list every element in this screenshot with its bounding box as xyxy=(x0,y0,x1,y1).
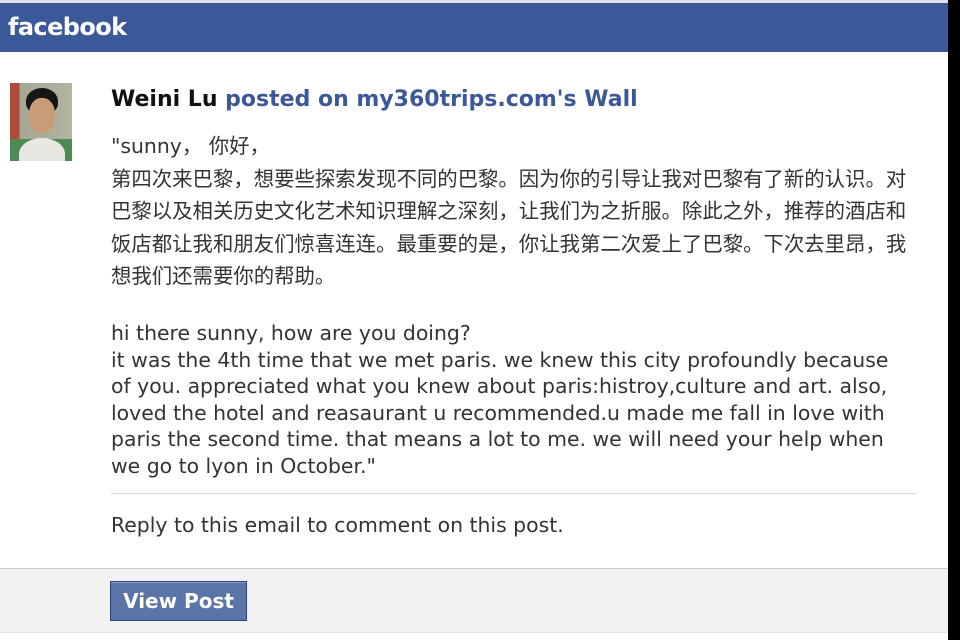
message-zh-line: 第四次来巴黎，想要些探索发现不同的巴黎。因为你的引导让我对巴黎有了新的认识。对 xyxy=(111,166,907,191)
right-edge-bar xyxy=(948,0,960,640)
reply-note: Reply to this email to comment on this p… xyxy=(111,513,564,537)
message-en-line: it was the 4th time that we met paris. w… xyxy=(111,347,889,372)
avatar-shirt xyxy=(19,138,65,161)
header-bar: facebook xyxy=(0,3,948,52)
message-zh-line: 饭店都让我和朋友们惊喜连连。最重要的是，你让我第二次爱上了巴黎。下次去里昂，我 xyxy=(111,231,907,256)
post-header: Weini Lu posted on my360trips.com's Wall xyxy=(111,86,638,114)
author-name: Weini Lu xyxy=(111,87,218,112)
message-chinese: "sunny， 你好， 第四次来巴黎，想要些探索发现不同的巴黎。因为你的引导让我… xyxy=(111,130,916,293)
message-en-line: paris the second time. that means a lot … xyxy=(111,427,884,452)
message-en-line: of you. appreciated what you knew about … xyxy=(111,374,888,399)
message-zh-line: "sunny， 你好， xyxy=(111,134,270,158)
message-en-line: loved the hotel and reasaurant u recomme… xyxy=(111,400,885,425)
wall-post-link[interactable]: posted on my360trips.com's Wall xyxy=(225,87,638,112)
message-zh-line: 巴黎以及相关历史文化艺术知识理解之深刻，让我们为之折服。除此之外，推荐的酒店和 xyxy=(111,199,907,223)
divider xyxy=(111,493,916,494)
facebook-logo[interactable]: facebook xyxy=(8,3,127,52)
message-en-line: we go to lyon in October." xyxy=(111,453,376,478)
message-en-line: hi there sunny, how are you doing? xyxy=(111,321,471,345)
avatar-face xyxy=(29,98,55,133)
message-english: hi there sunny, how are you doing? it wa… xyxy=(111,320,916,480)
avatar[interactable] xyxy=(10,83,72,161)
message-zh-line: 想我们还需要你的帮助。 xyxy=(111,264,336,288)
facebook-notification-email: facebook Weini Lu posted on my360trips.c… xyxy=(0,0,960,640)
view-post-button[interactable]: View Post xyxy=(110,581,247,621)
